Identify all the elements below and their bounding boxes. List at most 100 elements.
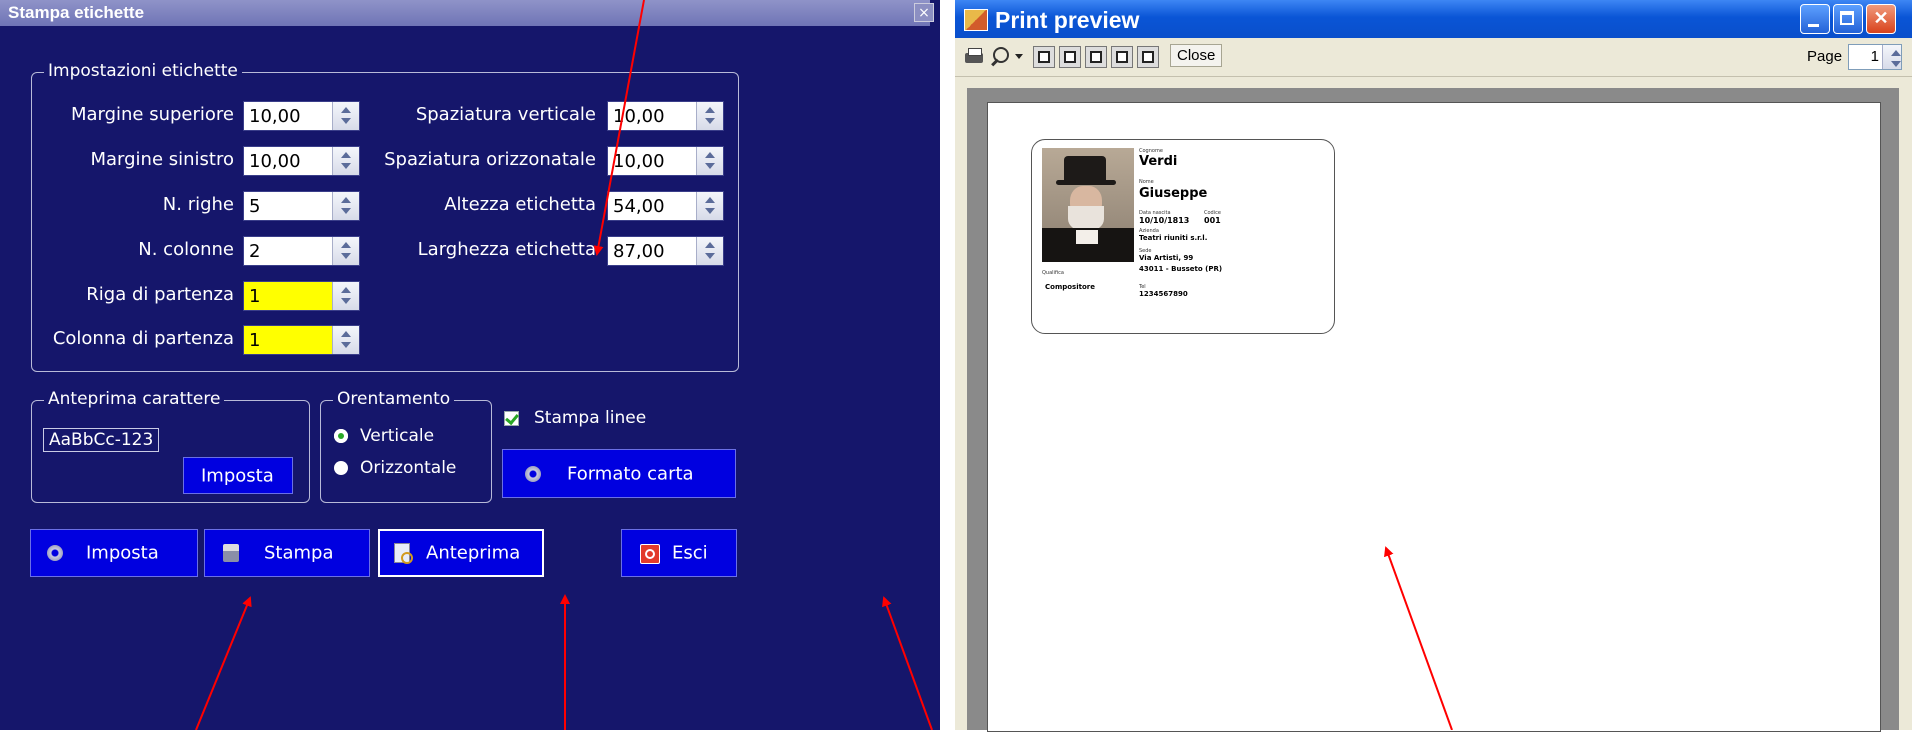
left-margin-field[interactable]: 10,00	[243, 146, 360, 176]
preview-page: Cognome Verdi Nome Giuseppe Data nascita…	[987, 102, 1881, 732]
minimize-icon[interactable]	[1800, 4, 1830, 34]
radio-horizontal-dot	[334, 461, 348, 475]
print-lines-label: Stampa linee	[534, 408, 647, 428]
phone: 1234567890	[1139, 290, 1188, 298]
label-settings-group-title: Impostazioni etichette	[44, 61, 242, 81]
horizontal-spacing-spinner[interactable]	[696, 147, 723, 175]
columns-field[interactable]: 2	[243, 236, 360, 266]
left-margin-label: Margine sinistro	[90, 149, 234, 170]
top-margin-field[interactable]: 10,00	[243, 101, 360, 131]
preview-title-bar: Print preview ✕	[955, 0, 1912, 38]
name-caption: Nome	[1139, 179, 1154, 185]
label-height-label: Altezza etichetta	[444, 194, 596, 215]
start-column-label: Colonna di partenza	[52, 328, 234, 349]
close-icon[interactable]: ✕	[1866, 4, 1896, 34]
columns-value: 2	[249, 241, 261, 262]
gear-icon	[525, 466, 541, 482]
horizontal-spacing-label: Spaziatura orizzonatale	[384, 149, 596, 170]
one-page-icon[interactable]	[1033, 46, 1055, 68]
role-caption: Qualifica	[1042, 270, 1064, 276]
page-spinner[interactable]	[1882, 45, 1901, 69]
start-column-spinner[interactable]	[332, 326, 359, 354]
vertical-spacing-spinner[interactable]	[696, 102, 723, 130]
top-margin-spinner[interactable]	[332, 102, 359, 130]
exit-icon	[640, 544, 660, 564]
zoom-icon[interactable]	[989, 46, 1011, 68]
start-row-spinner[interactable]	[332, 282, 359, 310]
radio-horizontal-label: Orizzontale	[360, 458, 457, 478]
columns-spinner[interactable]	[332, 237, 359, 265]
label-width-label: Larghezza etichetta	[417, 239, 596, 260]
orientation-group-title: Orentamento	[333, 389, 455, 409]
checkbox-box	[504, 410, 519, 426]
printer-icon	[223, 544, 239, 562]
three-pages-icon[interactable]	[1085, 46, 1107, 68]
orientation-group: Orentamento	[320, 389, 492, 503]
preview-canvas[interactable]: Cognome Verdi Nome Giuseppe Data nascita…	[967, 88, 1899, 732]
font-sample: AaBbCc-123	[43, 428, 160, 452]
six-pages-icon[interactable]	[1137, 46, 1159, 68]
birth-date: 10/10/1813	[1139, 216, 1190, 225]
vertical-spacing-field[interactable]: 10,00	[607, 101, 724, 131]
page-number-field[interactable]: 1	[1848, 44, 1902, 70]
font-setup-button[interactable]: Imposta	[183, 457, 293, 494]
horizontal-spacing-field[interactable]: 10,00	[607, 146, 724, 176]
street: Via Artisti, 99	[1139, 254, 1194, 262]
maximize-icon[interactable]	[1833, 4, 1863, 34]
top-margin-value: 10,00	[249, 106, 301, 127]
first-name: Giuseppe	[1139, 186, 1208, 201]
columns-label: N. colonne	[138, 239, 234, 260]
page-label: Page	[1807, 48, 1843, 65]
rows-label: N. righe	[162, 194, 234, 215]
label-width-spinner[interactable]	[696, 237, 723, 265]
start-row-label: Riga di partenza	[86, 284, 234, 305]
label-card: Cognome Verdi Nome Giuseppe Data nascita…	[1031, 139, 1335, 334]
company: Teatri riuniti s.r.l.	[1139, 234, 1208, 242]
preview-button[interactable]: Anteprima	[378, 529, 544, 577]
label-height-field[interactable]: 54,00	[607, 191, 724, 221]
horizontal-spacing-value: 10,00	[613, 151, 665, 172]
radio-vertical-dot	[334, 429, 348, 443]
start-column-field[interactable]: 1	[243, 325, 360, 355]
gear-icon	[47, 545, 63, 561]
two-pages-icon[interactable]	[1059, 46, 1081, 68]
dialog-title: Stampa etichette	[8, 3, 145, 22]
label-print-dialog: Stampa etichette × Impostazioni etichett…	[0, 0, 940, 730]
portrait-image	[1042, 148, 1134, 262]
zoom-dropdown-arrow[interactable]	[1015, 54, 1023, 59]
start-row-value: 1	[249, 286, 261, 307]
dialog-close-button[interactable]: ×	[914, 3, 934, 22]
preview-toolbar: Close Page 1	[955, 38, 1912, 77]
setup-button[interactable]: Imposta	[30, 529, 198, 577]
exit-button[interactable]: Esci	[621, 529, 737, 577]
label-height-value: 54,00	[613, 196, 665, 217]
top-margin-label: Margine superiore	[70, 104, 234, 125]
radio-vertical-label: Verticale	[360, 426, 435, 446]
label-height-spinner[interactable]	[696, 192, 723, 220]
vertical-spacing-value: 10,00	[613, 106, 665, 127]
preview-title: Print preview	[995, 7, 1140, 33]
preview-app-icon	[964, 9, 988, 31]
left-margin-value: 10,00	[249, 151, 301, 172]
rows-value: 5	[249, 196, 261, 217]
print-button[interactable]: Stampa	[204, 529, 370, 577]
left-margin-spinner[interactable]	[332, 147, 359, 175]
city: 43011 - Busseto (PR)	[1139, 265, 1223, 273]
label-width-field[interactable]: 87,00	[607, 236, 724, 266]
four-pages-icon[interactable]	[1111, 46, 1133, 68]
printer-icon[interactable]	[963, 46, 985, 68]
label-width-value: 87,00	[613, 241, 665, 262]
code: 001	[1204, 216, 1221, 225]
vertical-spacing-label: Spaziatura verticale	[415, 104, 596, 125]
toolbar-close-button[interactable]: Close	[1170, 44, 1223, 67]
dialog-title-bar: Stampa etichette	[0, 0, 930, 26]
role: Compositore	[1045, 283, 1095, 291]
surname: Verdi	[1139, 154, 1178, 169]
start-column-value: 1	[249, 330, 261, 351]
paper-format-button[interactable]: Formato carta	[502, 449, 736, 498]
preview-icon	[394, 543, 413, 564]
print-preview-window: Print preview ✕ Close Page 1 Cognome Ver…	[955, 0, 1912, 732]
rows-spinner[interactable]	[332, 192, 359, 220]
start-row-field[interactable]: 1	[243, 281, 360, 311]
rows-field[interactable]: 5	[243, 191, 360, 221]
